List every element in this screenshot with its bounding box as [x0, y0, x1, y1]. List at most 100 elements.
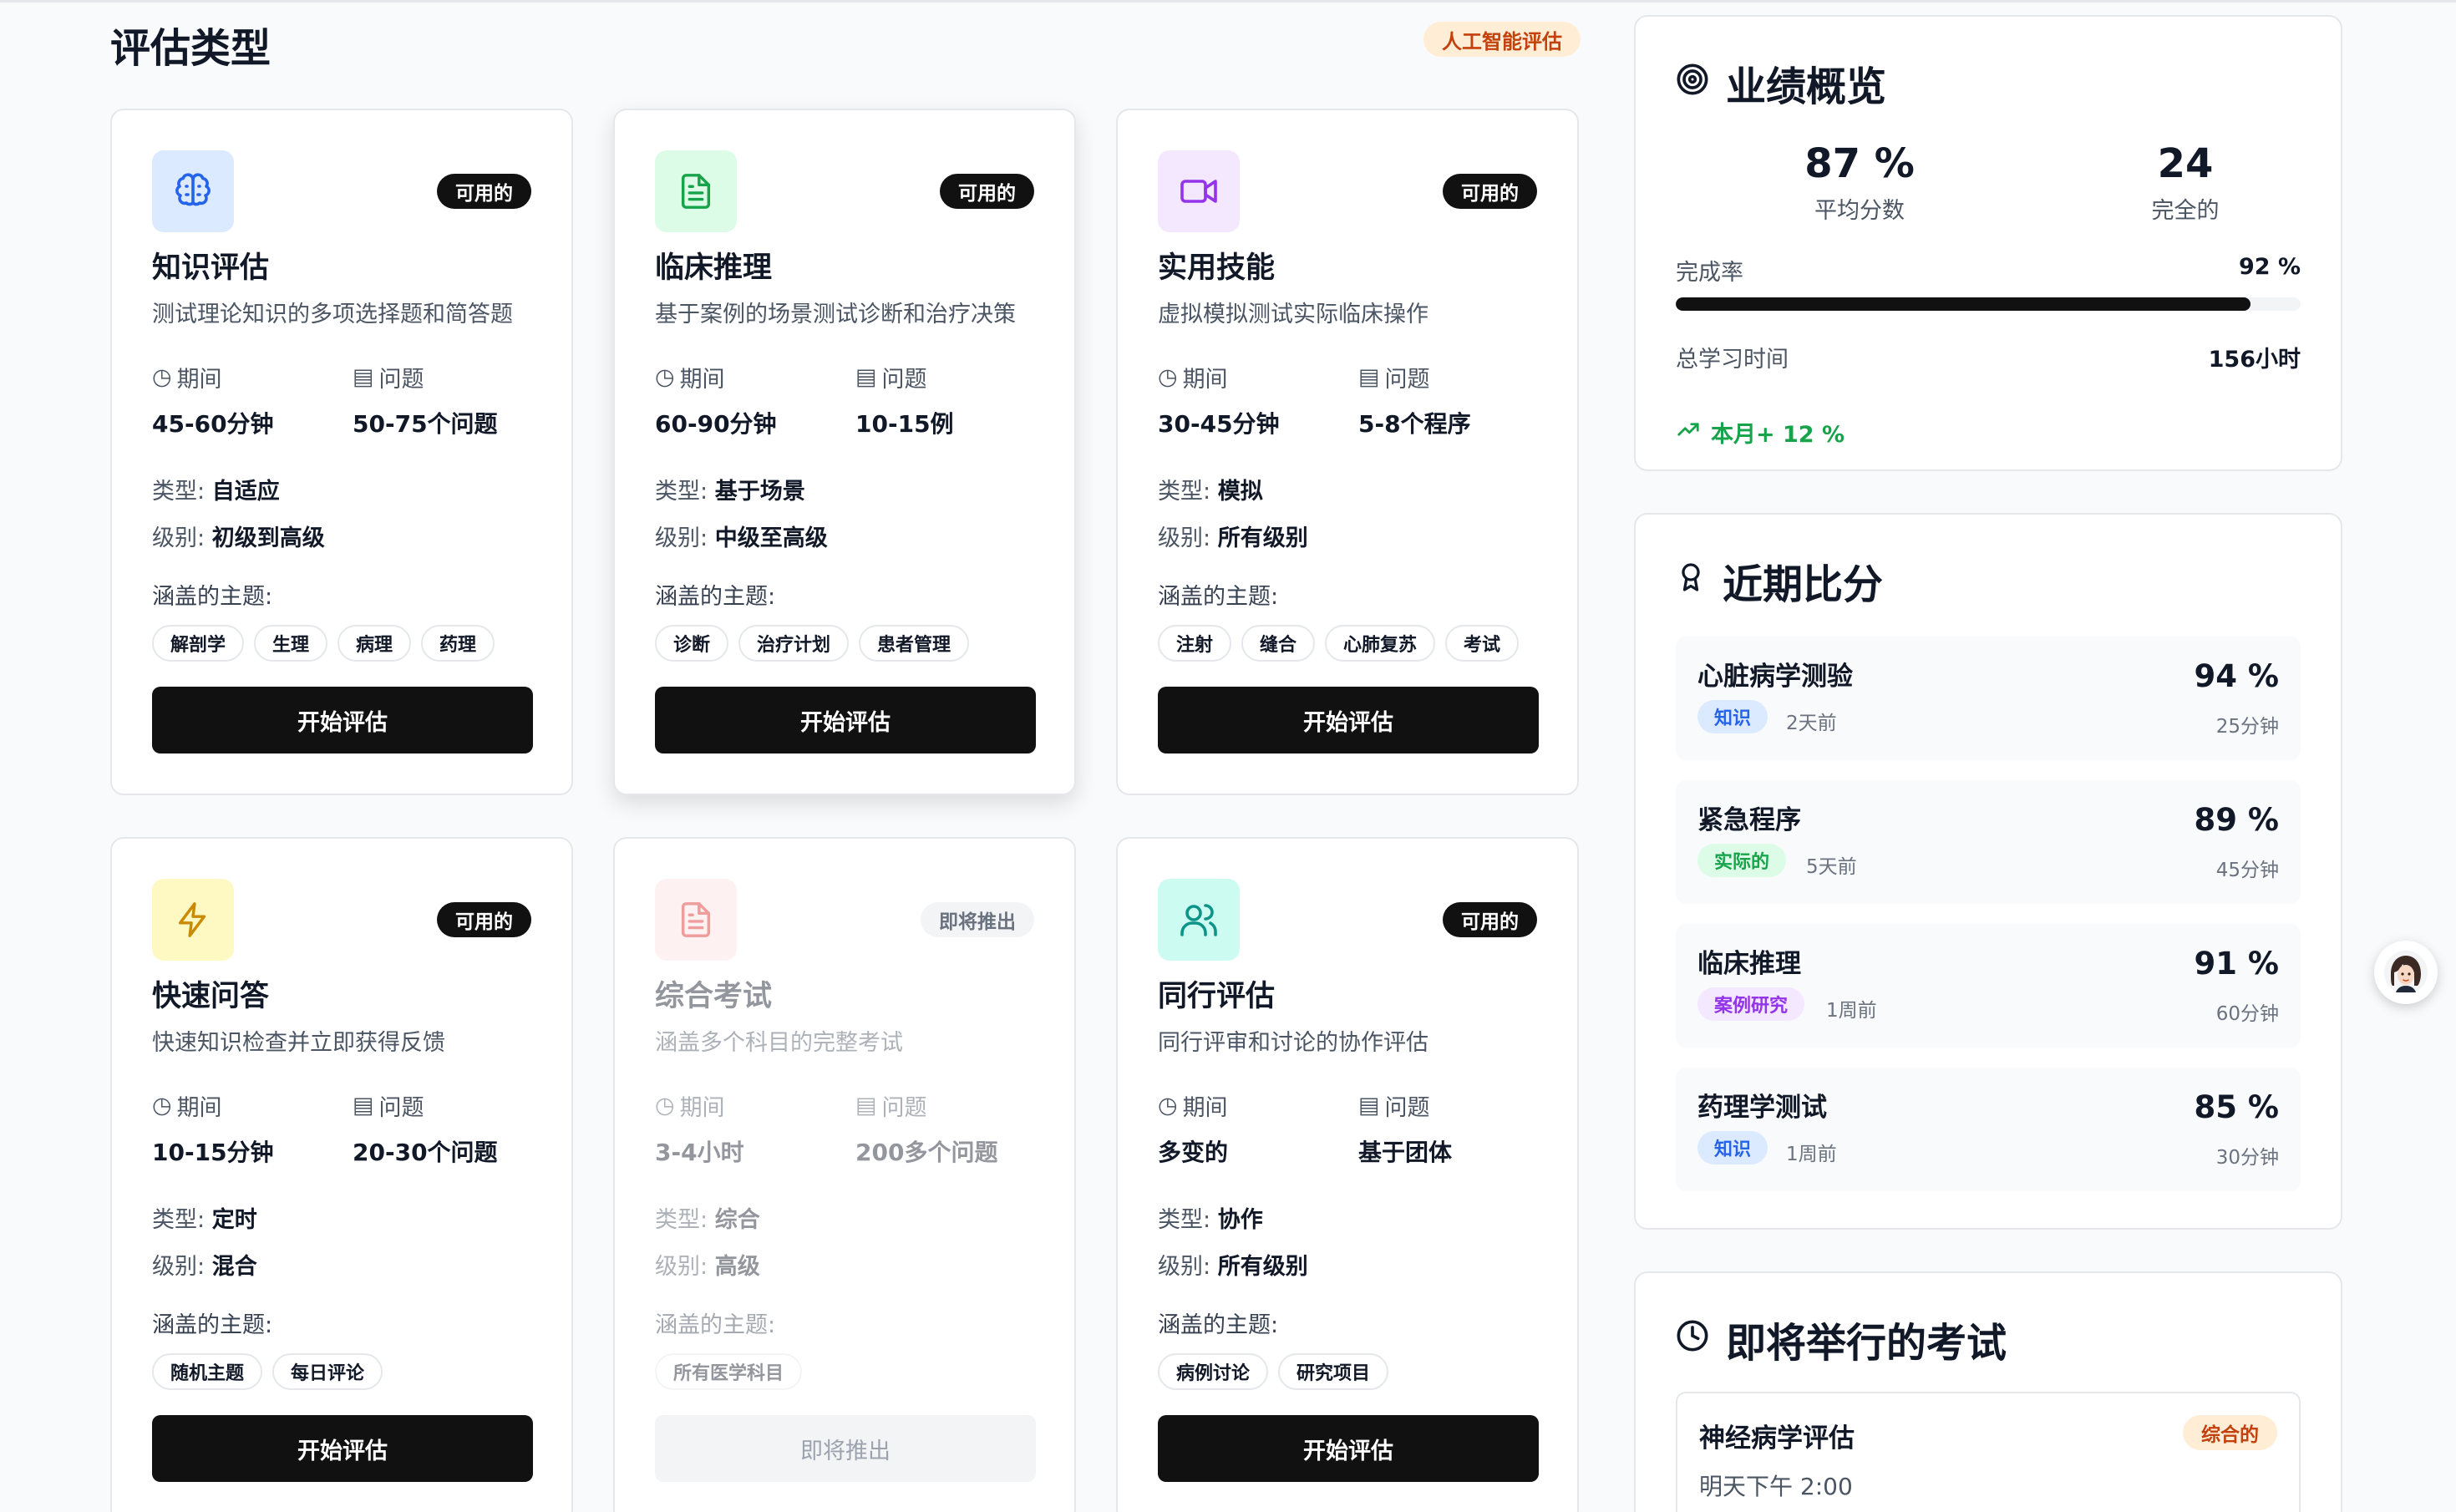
card-description: 快速知识检查并立即获得反馈 [152, 1030, 445, 1056]
brain-icon [152, 150, 234, 232]
topic-tag: 病理 [337, 625, 412, 662]
type-row: 类型: 定时 [152, 1207, 257, 1233]
topic-tag: 所有医学科目 [655, 1353, 803, 1390]
score-percent: 89 % [2194, 802, 2279, 838]
assessment-card-quick-quiz[interactable]: 可用的 快速问答 快速知识检查并立即获得反馈 ◷ 期间 ▤ 问题 10-15分钟 2… [110, 837, 573, 1512]
duration-value: 30-45分钟 [1158, 410, 1280, 438]
duration-value: 多变的 [1158, 1139, 1229, 1166]
completion-progress-bar [1676, 297, 2301, 311]
type-row: 类型: 模拟 [1158, 479, 1263, 505]
score-duration: 30分钟 [2215, 1147, 2279, 1169]
page-title: 评估类型 [110, 25, 271, 72]
duration-label: ◷ 期间 [152, 364, 222, 393]
type-row: 类型: 自适应 [152, 479, 280, 505]
score-duration: 60分钟 [2215, 1003, 2279, 1025]
study-time-value: 156小时 [2208, 347, 2301, 373]
clock-icon: ◷ [655, 1093, 675, 1119]
topic-tag: 心肺复苏 [1325, 625, 1436, 662]
average-score-label: 平均分数 [1814, 198, 1905, 224]
recent-score-item[interactable]: 药理学测试 知识 1周前 85 % 30分钟 [1676, 1068, 2301, 1191]
users-icon [1158, 879, 1240, 961]
status-badge: 可用的 [1443, 174, 1537, 209]
score-category-tag: 知识 [1697, 1131, 1768, 1164]
duration-label: ◷ 期间 [655, 364, 725, 393]
questions-value: 50-75个问题 [353, 410, 498, 438]
score-category-tag: 知识 [1697, 700, 1768, 733]
panel-title: 即将举行的考试 [1676, 1310, 2007, 1368]
top-border [0, 0, 2456, 3]
clock-icon: ◷ [1158, 1093, 1178, 1119]
coming-soon-button: 即将推出 [655, 1415, 1036, 1482]
monthly-trend: 本月+ 12 % [1676, 416, 1845, 449]
card-description: 同行评审和讨论的协作评估 [1158, 1030, 1428, 1056]
lightning-icon [152, 879, 234, 961]
recent-scores-panel: 近期比分 心脏病学测验 知识 2天前 94 % 25分钟 紧急程序 实际的 5天… [1634, 513, 2342, 1230]
clock-icon: ◷ [152, 1093, 172, 1119]
recent-score-item[interactable]: 心脏病学测验 知识 2天前 94 % 25分钟 [1676, 637, 2301, 760]
card-description: 基于案例的场景测试诊断和治疗决策 [655, 302, 1016, 327]
topics-label: 涵盖的主题: [1158, 584, 1279, 610]
assessment-card-knowledge[interactable]: 可用的 知识评估 测试理论知识的多项选择题和简答题 ◷ 期间 ▤ 问题 45-60分… [110, 109, 573, 795]
questions-value: 10-15例 [855, 410, 954, 438]
questions-value: 200多个问题 [855, 1139, 998, 1166]
score-date: 1周前 [1826, 1000, 1877, 1022]
topic-tags: 随机主题 每日评论 [152, 1353, 383, 1390]
start-assessment-button[interactable]: 开始评估 [655, 687, 1036, 753]
card-title: 临床推理 [655, 251, 773, 285]
completion-rate-value: 92 % [2238, 254, 2301, 280]
questions-label: ▤ 问题 [855, 364, 927, 393]
score-category-tag: 案例研究 [1697, 987, 1805, 1021]
duration-value: 3-4小时 [655, 1139, 744, 1166]
start-assessment-button[interactable]: 开始评估 [1158, 687, 1539, 753]
completed-count-label: 完全的 [2151, 198, 2220, 224]
questions-label: ▤ 问题 [1358, 1093, 1430, 1121]
exam-type-badge: 综合的 [2183, 1415, 2277, 1450]
assessment-card-peer-review[interactable]: 可用的 同行评估 同行评审和讨论的协作评估 ◷ 期间 ▤ 问题 多变的 基于团体 类… [1116, 837, 1579, 1512]
card-title: 同行评估 [1158, 980, 1276, 1013]
recent-score-item[interactable]: 紧急程序 实际的 5天前 89 % 45分钟 [1676, 780, 2301, 904]
assessment-card-comprehensive-exam: 即将推出 综合考试 涵盖多个科目的完整考试 ◷ 期间 ▤ 问题 3-4小时 200多… [613, 837, 1076, 1512]
status-badge: 即将推出 [921, 902, 1034, 937]
topic-tags: 解剖学 生理 病理 药理 [152, 625, 495, 662]
ai-assessment-badge: 人工智能评估 [1423, 22, 1581, 57]
score-category-tag: 实际的 [1697, 844, 1787, 877]
start-assessment-button[interactable]: 开始评估 [1158, 1415, 1539, 1482]
type-row: 类型: 基于场景 [655, 479, 805, 505]
topic-tag: 患者管理 [859, 625, 970, 662]
file-icon: ▤ [855, 1093, 877, 1119]
questions-label: ▤ 问题 [353, 364, 424, 393]
topic-tags: 所有医学科目 [655, 1353, 803, 1390]
duration-value: 45-60分钟 [152, 410, 274, 438]
assessment-card-practical-skills[interactable]: 可用的 实用技能 虚拟模拟测试实际临床操作 ◷ 期间 ▤ 问题 30-45分钟 5-… [1116, 109, 1579, 795]
recent-score-item[interactable]: 临床推理 案例研究 1周前 91 % 60分钟 [1676, 924, 2301, 1048]
completed-count-value: 24 [2157, 140, 2214, 187]
topic-tag: 病例讨论 [1158, 1353, 1269, 1390]
card-description: 测试理论知识的多项选择题和简答题 [152, 302, 513, 327]
status-badge: 可用的 [437, 902, 531, 937]
exam-time: 明天下午 2:00 [1699, 1473, 1853, 1500]
performance-overview-panel: 业绩概览 87 % 平均分数 24 完全的 完成率 92 % 总学习时间 156… [1634, 15, 2342, 471]
completion-rate-label: 完成率 [1676, 260, 1743, 286]
level-row: 级别: 高级 [655, 1254, 760, 1280]
card-description: 虚拟模拟测试实际临床操作 [1158, 302, 1428, 327]
score-name: 心脏病学测验 [1697, 662, 1853, 692]
assessment-card-clinical-reasoning[interactable]: 可用的 临床推理 基于案例的场景测试诊断和治疗决策 ◷ 期间 ▤ 问题 60-90分… [613, 109, 1076, 795]
file-icon: ▤ [1358, 1093, 1380, 1119]
upcoming-exams-panel: 即将举行的考试 神经病学评估 明天下午 2:00 综合的 [1634, 1271, 2342, 1512]
clock-icon [1676, 1316, 1709, 1362]
score-percent: 85 % [2194, 1089, 2279, 1125]
start-assessment-button[interactable]: 开始评估 [152, 1415, 533, 1482]
document-icon [655, 879, 737, 961]
upcoming-exam-item[interactable]: 神经病学评估 明天下午 2:00 综合的 [1676, 1392, 2301, 1512]
duration-value: 60-90分钟 [655, 410, 777, 438]
trending-up-icon [1676, 417, 1701, 448]
clock-icon: ◷ [655, 364, 675, 390]
topic-tag: 每日评论 [272, 1353, 383, 1390]
card-title: 综合考试 [655, 980, 773, 1013]
assistant-avatar[interactable] [2374, 941, 2438, 1004]
start-assessment-button[interactable]: 开始评估 [152, 687, 533, 753]
level-row: 级别: 所有级别 [1158, 525, 1308, 551]
clock-icon: ◷ [1158, 364, 1178, 390]
type-row: 类型: 综合 [655, 1207, 760, 1233]
topic-tags: 注射 缝合 心肺复苏 考试 [1158, 625, 1520, 662]
